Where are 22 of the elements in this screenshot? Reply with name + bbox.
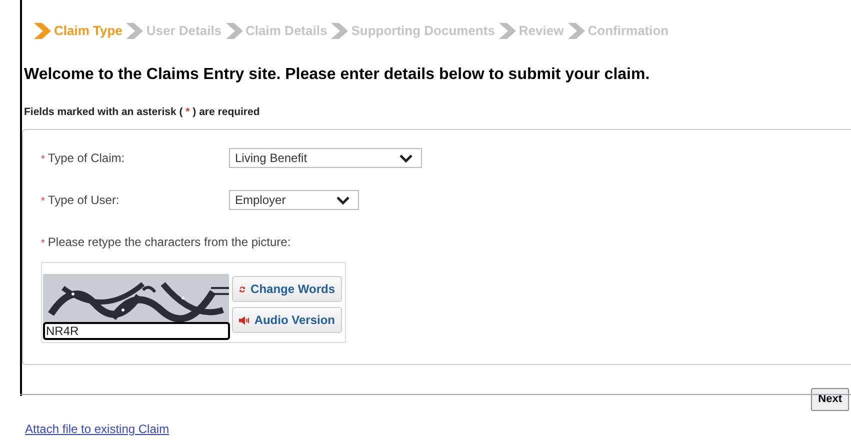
step-label: Claim Type: [54, 22, 122, 40]
dropdown[interactable]: Living Benefit: [229, 148, 422, 168]
attach-link[interactable]: Attach file to existing Claim: [25, 420, 170, 438]
dropdown[interactable]: Employer: [229, 190, 359, 210]
next-button[interactable]: Next: [811, 388, 849, 411]
step-label: Claim Details: [246, 22, 328, 40]
step-label: User Details: [146, 22, 222, 40]
refresh-button[interactable]: Change Words: [232, 276, 342, 302]
captcha-input[interactable]: NR4R: [43, 322, 230, 340]
chevron-down-icon: [399, 154, 413, 163]
page-heading: Welcome to the Claims Entry site. Please enter details below to submit your claim.: [24, 64, 651, 84]
field-label: * Please retype the characters from the picture:: [41, 235, 291, 250]
step-label: Supporting Documents: [351, 22, 495, 40]
field-label: * Type of User:: [41, 192, 120, 210]
refresh-icon: [239, 284, 246, 295]
audio-button[interactable]: Audio Version: [232, 307, 342, 334]
required-note: Fields marked with an asterisk ( * ) are required: [24, 104, 261, 120]
chevron-down-icon: [336, 196, 350, 205]
speaker-icon: [239, 314, 250, 326]
step-label: Confirmation: [588, 22, 669, 40]
step-label: Review: [518, 22, 564, 40]
field-label: * Type of Claim:: [41, 150, 126, 168]
